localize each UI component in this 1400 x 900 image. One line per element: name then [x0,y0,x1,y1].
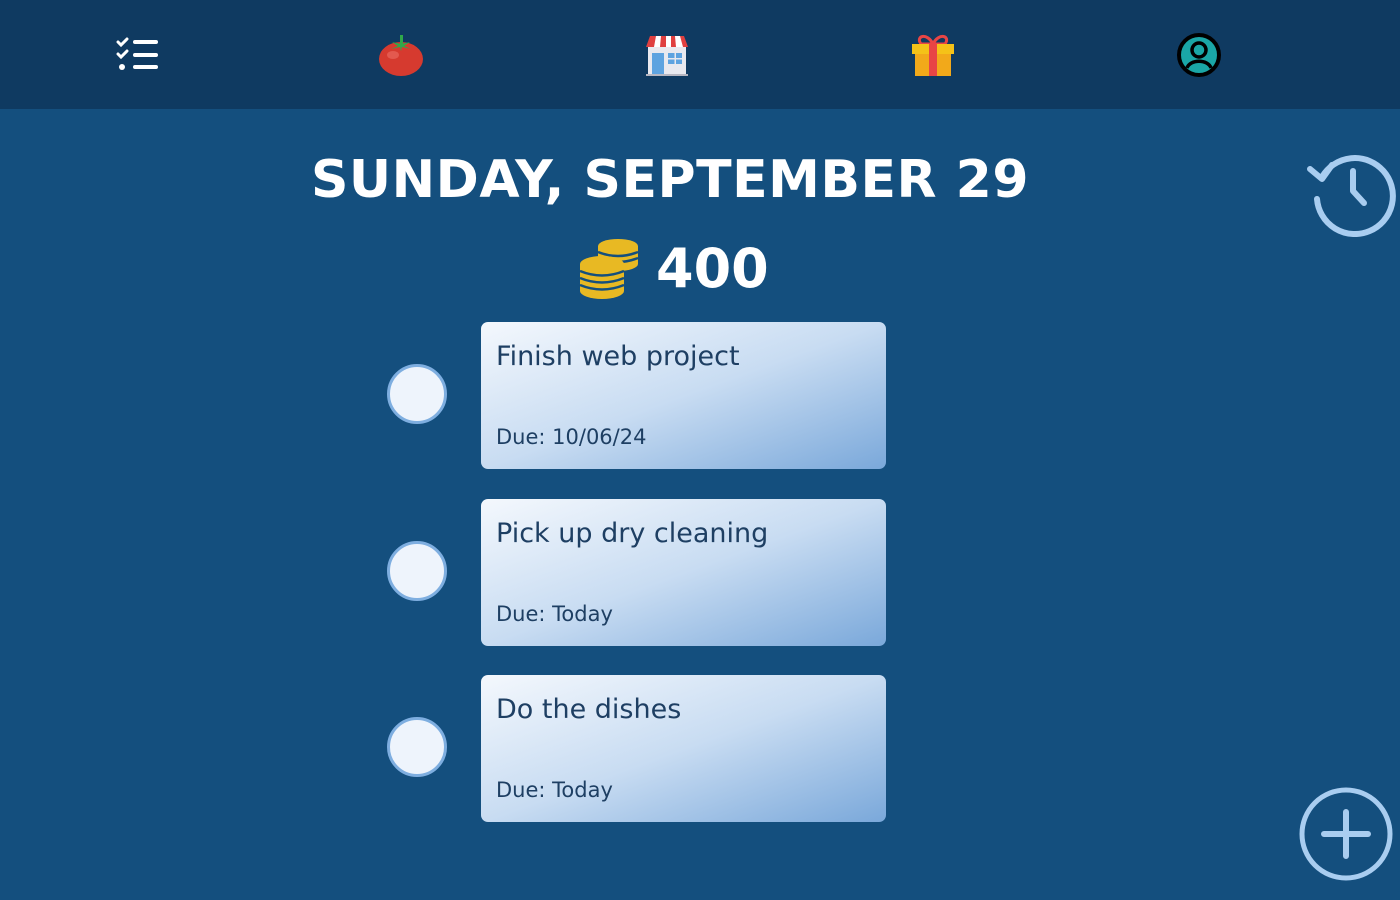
plus-icon [1299,787,1393,881]
store-icon [646,36,688,76]
nav-rewards-button[interactable] [906,28,960,82]
page-title-date: SUNDAY, SEPTEMBER 29 [310,150,1030,210]
task-card[interactable]: Do the dishes Due: Today [481,675,886,822]
task-due-date: Due: 10/06/24 [496,425,647,449]
coin-balance: 400 [578,236,769,300]
task-title: Pick up dry cleaning [496,518,769,549]
task-title: Finish web project [496,341,740,372]
task-card[interactable]: Finish web project Due: 10/06/24 [481,322,886,469]
task-complete-checkbox[interactable] [387,364,447,424]
coins-icon [579,239,639,299]
history-icon [1307,155,1396,238]
checklist-icon [116,37,158,70]
task-item: Do the dishes Due: Today [0,675,1400,823]
task-card[interactable]: Pick up dry cleaning Due: Today [481,499,886,646]
task-due-date: Due: Today [496,602,613,626]
task-item: Finish web project Due: 10/06/24 [0,322,1400,470]
nav-pomodoro-button[interactable] [374,28,428,82]
task-complete-checkbox[interactable] [387,717,447,777]
gift-icon [912,35,954,76]
nav-shop-button[interactable] [640,28,694,82]
coin-amount: 400 [656,236,769,300]
task-title: Do the dishes [496,694,682,725]
profile-icon [1177,33,1221,77]
top-navbar [0,0,1400,109]
task-due-date: Due: Today [496,778,613,802]
history-button[interactable] [1306,143,1400,238]
nav-profile-button[interactable] [1172,28,1226,82]
nav-tasks-button[interactable] [111,28,165,82]
task-complete-checkbox[interactable] [387,541,447,601]
add-task-button[interactable] [1298,786,1398,886]
task-item: Pick up dry cleaning Due: Today [0,499,1400,647]
tomato-icon [379,35,423,76]
